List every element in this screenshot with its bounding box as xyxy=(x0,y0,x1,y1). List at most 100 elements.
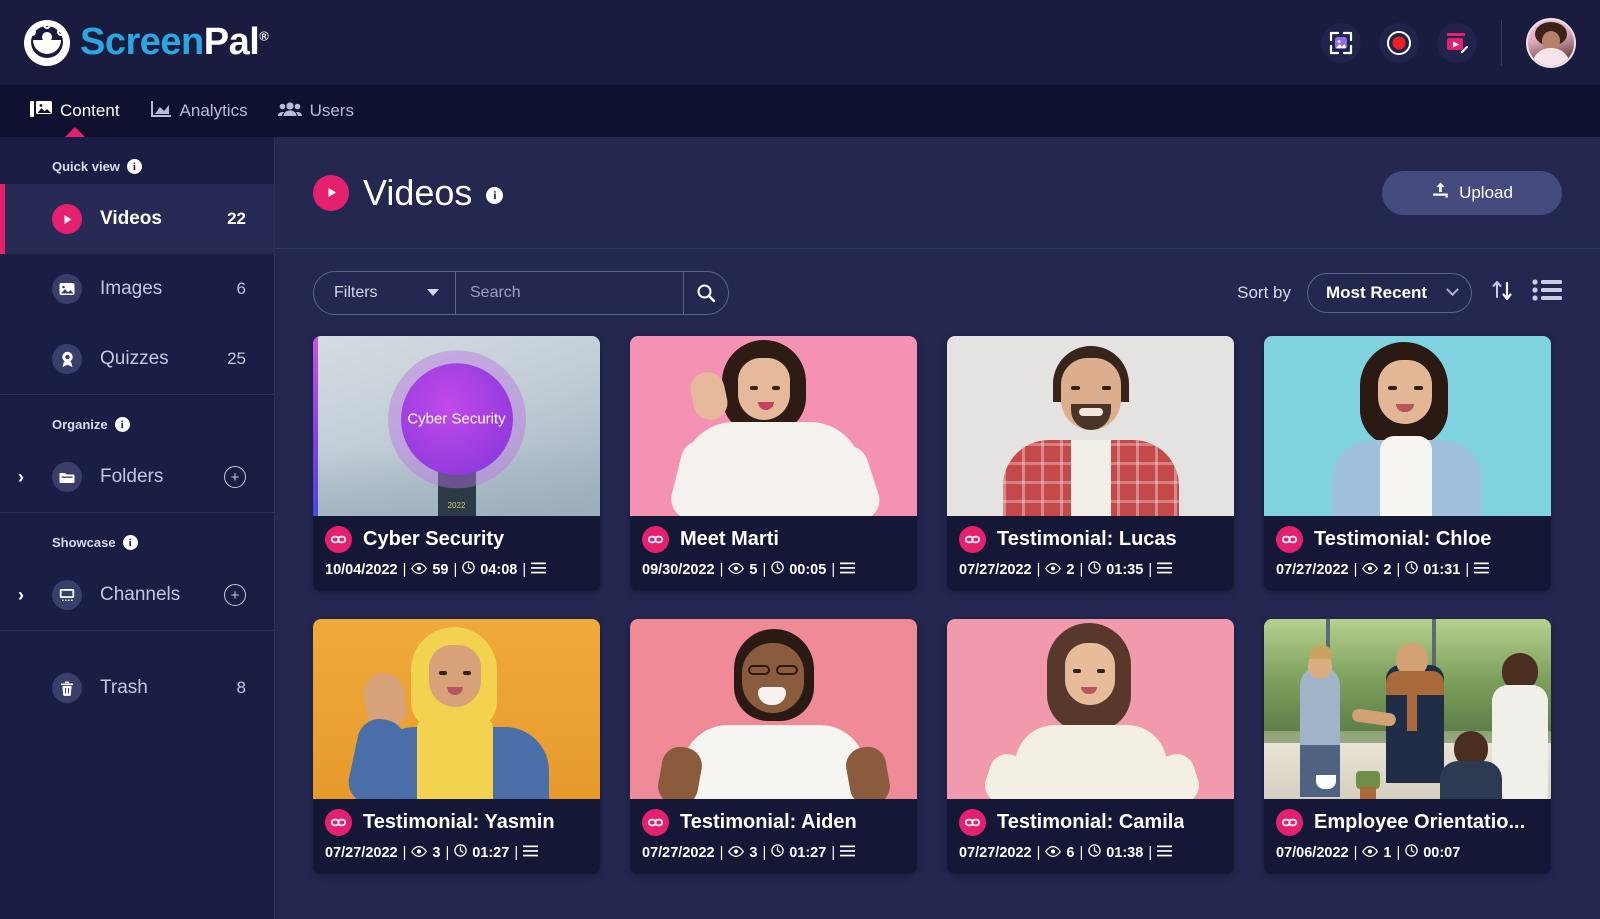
sidebar-item-folders[interactable]: › Folders + xyxy=(0,442,274,512)
video-card-body: Employee Orientatio... 07/06/2022 | 1 | … xyxy=(1264,799,1551,874)
video-menu-icon[interactable] xyxy=(1157,845,1173,861)
video-date: 10/04/2022 xyxy=(325,561,398,578)
video-duration: 00:05 xyxy=(789,561,827,578)
add-folder-button[interactable]: + xyxy=(224,466,246,488)
video-menu-icon[interactable] xyxy=(840,562,856,578)
video-thumbnail[interactable]: Cyber Security 2022 xyxy=(313,336,600,516)
sort-direction-icon[interactable] xyxy=(1488,276,1516,309)
nav-item-content[interactable]: Content xyxy=(30,85,120,138)
info-icon[interactable]: i xyxy=(486,187,504,204)
organize-label: Organize xyxy=(52,417,108,432)
info-icon[interactable]: i xyxy=(126,159,142,174)
clock-icon xyxy=(454,844,467,861)
video-title: Testimonial: Camila xyxy=(997,811,1185,833)
meta-separator: | xyxy=(719,561,724,578)
filters-label: Filters xyxy=(334,283,378,301)
eye-icon xyxy=(728,845,745,861)
list-view-icon[interactable] xyxy=(1532,277,1562,308)
search-button[interactable] xyxy=(683,271,728,314)
video-card[interactable]: Testimonial: Yasmin 07/27/2022 | 3 | 01:… xyxy=(313,619,600,874)
nav-item-users-label: Users xyxy=(309,101,354,120)
sidebar-item-channels[interactable]: › Channels + xyxy=(0,560,274,630)
video-thumbnail[interactable] xyxy=(1264,336,1551,516)
search-input[interactable] xyxy=(456,271,683,314)
video-views: 3 xyxy=(432,844,441,861)
meta-separator: | xyxy=(1396,844,1401,861)
video-thumbnail[interactable] xyxy=(947,336,1234,516)
sort-dropdown[interactable]: Most Recent xyxy=(1307,272,1472,313)
add-channel-button[interactable]: + xyxy=(224,584,246,606)
meta-separator: | xyxy=(402,561,407,578)
video-card-body: Meet Marti 09/30/2022 | 5 | 00:05 | xyxy=(630,516,917,591)
info-icon[interactable]: i xyxy=(122,535,138,550)
video-date: 09/30/2022 xyxy=(642,561,715,578)
video-card[interactable]: Employee Orientatio... 07/06/2022 | 1 | … xyxy=(1264,619,1551,874)
video-duration: 01:27 xyxy=(472,844,510,861)
link-icon[interactable] xyxy=(642,526,669,553)
video-menu-icon[interactable] xyxy=(523,845,539,861)
meta-separator: | xyxy=(1465,561,1470,578)
nav-item-content-label: Content xyxy=(60,101,120,120)
video-thumbnail[interactable] xyxy=(947,619,1234,799)
top-actions xyxy=(1321,17,1576,68)
info-icon[interactable]: i xyxy=(114,417,130,432)
channel-screen-icon xyxy=(52,580,82,610)
link-icon[interactable] xyxy=(1276,526,1303,553)
chevron-right-icon[interactable]: › xyxy=(18,585,24,606)
video-thumbnail[interactable] xyxy=(630,619,917,799)
link-icon[interactable] xyxy=(325,809,352,836)
video-views: 5 xyxy=(749,561,758,578)
video-thumbnail[interactable] xyxy=(313,619,600,799)
screenshot-icon[interactable] xyxy=(1321,22,1361,63)
quick-view-label: Quick view xyxy=(52,159,120,174)
video-meta: 07/27/2022 | 2 | 01:31 | xyxy=(1276,561,1539,578)
eye-icon xyxy=(1362,562,1379,578)
sidebar-item-quizzes[interactable]: Quizzes 25 xyxy=(0,324,274,394)
video-card[interactable]: Cyber Security 2022 Cyber Security 10/04… xyxy=(313,336,600,591)
video-thumbnail[interactable] xyxy=(1264,619,1551,799)
video-thumbnail[interactable] xyxy=(630,336,917,516)
video-play-icon xyxy=(313,174,349,211)
meta-separator: | xyxy=(514,844,519,861)
avatar[interactable] xyxy=(1526,17,1576,68)
link-icon[interactable] xyxy=(325,526,352,553)
filters-dropdown[interactable]: Filters xyxy=(314,271,456,314)
chevron-down-icon xyxy=(427,289,439,296)
video-menu-icon[interactable] xyxy=(840,845,856,861)
nav-item-users[interactable]: Users xyxy=(277,85,354,137)
upload-button-label: Upload xyxy=(1459,182,1513,202)
main-nav: Content Analytics Users xyxy=(0,85,1600,138)
link-icon[interactable] xyxy=(642,809,669,836)
video-meta: 07/27/2022 | 3 | 01:27 | xyxy=(325,844,588,861)
record-icon[interactable] xyxy=(1379,22,1419,63)
sidebar-item-images[interactable]: Images 6 xyxy=(0,254,274,324)
chevron-down-icon xyxy=(1446,283,1459,297)
brand-logo[interactable]: ScreenPal® xyxy=(24,19,269,66)
link-icon[interactable] xyxy=(959,809,986,836)
sidebar-item-videos[interactable]: Videos 22 xyxy=(0,184,274,254)
video-card[interactable]: Testimonial: Lucas 07/27/2022 | 2 | 01:3… xyxy=(947,336,1234,591)
video-duration: 01:35 xyxy=(1106,561,1144,578)
showcase-label: Showcase xyxy=(52,535,116,550)
sidebar-item-videos-count: 22 xyxy=(227,209,246,228)
sidebar-item-trash[interactable]: Trash 8 xyxy=(0,653,274,723)
meta-separator: | xyxy=(1036,844,1041,861)
video-menu-icon[interactable] xyxy=(1474,562,1490,578)
video-editor-icon[interactable] xyxy=(1437,22,1477,63)
video-card[interactable]: Testimonial: Chloe 07/27/2022 | 2 | 01:3… xyxy=(1264,336,1551,591)
video-card[interactable]: Meet Marti 09/30/2022 | 5 | 00:05 | xyxy=(630,336,917,591)
nav-item-analytics[interactable]: Analytics xyxy=(150,85,248,137)
link-icon[interactable] xyxy=(959,526,986,553)
video-card[interactable]: Testimonial: Camila 07/27/2022 | 6 | 01:… xyxy=(947,619,1234,874)
meta-separator: | xyxy=(1353,561,1358,578)
chevron-right-icon[interactable]: › xyxy=(18,467,24,488)
video-menu-icon[interactable] xyxy=(1157,562,1173,578)
eye-icon xyxy=(1045,562,1062,578)
video-card[interactable]: Testimonial: Aiden 07/27/2022 | 3 | 01:2… xyxy=(630,619,917,874)
video-date: 07/27/2022 xyxy=(325,844,398,861)
video-meta: 09/30/2022 | 5 | 00:05 | xyxy=(642,561,905,578)
top-divider xyxy=(1501,19,1502,66)
link-icon[interactable] xyxy=(1276,809,1303,836)
video-menu-icon[interactable] xyxy=(531,562,547,578)
upload-button[interactable]: Upload xyxy=(1382,170,1562,215)
